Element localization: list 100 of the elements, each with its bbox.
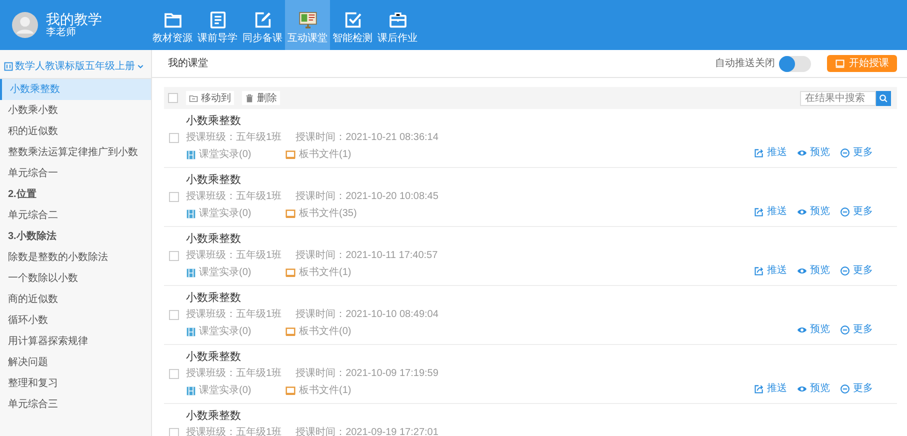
select-all-checkbox[interactable] [168,93,178,103]
board-files-link[interactable]: 板书文件(35) [285,207,357,220]
nav-tab[interactable]: 课后作业 [375,0,420,50]
recordings-link[interactable]: 课堂实录(0) [186,207,271,220]
lesson-title[interactable]: 小数乘整数 [186,291,438,306]
film-icon [186,386,196,396]
more-icon [840,324,850,334]
lesson-item[interactable]: 单元综合三 [0,394,151,415]
lesson-title[interactable]: 小数乘整数 [186,350,438,365]
book-selector[interactable]: 数学人教课标版五年级上册 [0,56,151,76]
lesson-title[interactable]: 小数乘整数 [186,409,438,424]
preview-link[interactable]: 预览 [797,263,830,278]
lesson-title[interactable]: 小数乘整数 [186,114,438,129]
board-files-link[interactable]: 板书文件(1) [285,148,352,161]
nav-tab[interactable]: 课前导学 [195,0,240,50]
move-button[interactable]: 移动到 [186,91,234,105]
push-link[interactable]: 推送 [754,263,787,278]
eye-icon [797,148,807,158]
section-heading[interactable]: 2.位置 [0,184,151,205]
lesson-item[interactable]: 一个数除以小数 [0,268,151,289]
caret-icon [137,62,144,70]
page-title: 我的课堂 [168,56,208,71]
lesson-item[interactable]: 商的近似数 [0,289,151,310]
nav-tab[interactable]: 同步备课 [240,0,285,50]
eye-icon [797,324,807,334]
board-icon [285,386,296,396]
eye-icon [797,206,807,216]
more-link[interactable]: 更多 [840,322,873,337]
class-info: 授课班级：五年级1班 [186,131,282,144]
checkbox-icon [342,10,362,30]
more-link[interactable]: 更多 [840,145,873,160]
nav-tab[interactable]: 互动课堂 [285,0,330,50]
lesson-item[interactable]: 解决问题 [0,352,151,373]
lesson-item[interactable]: 积的近似数 [0,121,151,142]
app-title: 我的教学 [46,11,102,27]
lesson-time: 授课时间：2021-10-11 17:40:57 [296,249,438,262]
lesson-time: 授课时间：2021-10-20 10:08:45 [296,190,438,203]
section-heading[interactable]: 3.小数除法 [0,226,151,247]
board-files-link[interactable]: 板书文件(1) [285,266,352,279]
row-checkbox[interactable] [169,310,179,320]
board-icon [285,326,296,336]
more-icon [840,266,850,276]
board-icon [285,208,296,218]
lesson-item[interactable]: 单元综合二 [0,205,151,226]
row-checkbox[interactable] [169,133,179,143]
preview-link[interactable]: 预览 [797,145,830,160]
row-checkbox[interactable] [169,428,179,436]
more-link[interactable]: 更多 [840,204,873,219]
lesson-title[interactable]: 小数乘整数 [186,232,438,247]
share-icon [754,384,764,394]
class-info: 授课班级：五年级1班 [186,367,282,380]
push-link[interactable]: 推送 [754,204,787,219]
lesson-title[interactable]: 小数乘整数 [186,173,438,188]
recordings-link[interactable]: 课堂实录(0) [186,325,271,338]
screen-icon [835,58,845,68]
recordings-link[interactable]: 课堂实录(0) [186,384,271,397]
row-checkbox[interactable] [169,369,179,379]
book-icon [4,62,13,70]
lesson-item[interactable]: 整数乘法运算定律推广到小数 [0,142,151,163]
film-icon [186,150,196,160]
preview-link[interactable]: 预览 [797,204,830,219]
search-field[interactable]: 在结果中搜索 [800,90,876,106]
search-button[interactable] [876,90,891,106]
board-files-link[interactable]: 板书文件(1) [285,384,352,397]
film-icon [186,208,196,218]
class-info: 授课班级：五年级1班 [186,249,282,262]
lesson-item[interactable]: 小数乘小数 [0,100,151,121]
eye-icon [797,384,807,394]
trash-icon [245,94,254,102]
more-link[interactable]: 更多 [840,381,873,396]
lesson-item[interactable]: 循环小数 [0,310,151,331]
push-link[interactable]: 推送 [754,381,787,396]
share-icon [754,148,764,158]
search-icon [879,94,888,102]
monitor-icon [298,10,318,30]
film-icon [186,268,196,278]
recordings-link[interactable]: 课堂实录(0) [186,266,271,279]
preview-link[interactable]: 预览 [797,322,830,337]
lesson-item[interactable]: 整理和复习 [0,373,151,394]
lesson-item[interactable]: 单元综合一 [0,163,151,184]
folder-icon [189,94,198,102]
lesson-time: 授课时间：2021-10-21 08:36:14 [296,131,438,144]
preview-link[interactable]: 预览 [797,381,830,396]
lesson-time: 授课时间：2021-10-09 17:19:59 [296,367,438,380]
row-checkbox[interactable] [169,251,179,261]
start-class-button[interactable]: 开始授课 [827,55,897,72]
lesson-item[interactable]: 小数乘整数 [0,79,151,100]
lesson-item[interactable]: 用计算器探索规律 [0,331,151,352]
delete-button[interactable]: 删除 [242,91,280,105]
lesson-item[interactable]: 除数是整数的小数除法 [0,247,151,268]
row-checkbox[interactable] [169,192,179,202]
nav-tab[interactable]: 教材资源 [150,0,195,50]
toggle-switch[interactable] [779,56,811,72]
board-files-link[interactable]: 板书文件(0) [285,325,352,338]
push-link[interactable]: 推送 [754,145,787,160]
recordings-link[interactable]: 课堂实录(0) [186,148,271,161]
more-link[interactable]: 更多 [840,263,873,278]
board-icon [285,268,296,278]
nav-tab[interactable]: 智能检测 [330,0,375,50]
class-info: 授课班级：五年级1班 [186,190,282,203]
